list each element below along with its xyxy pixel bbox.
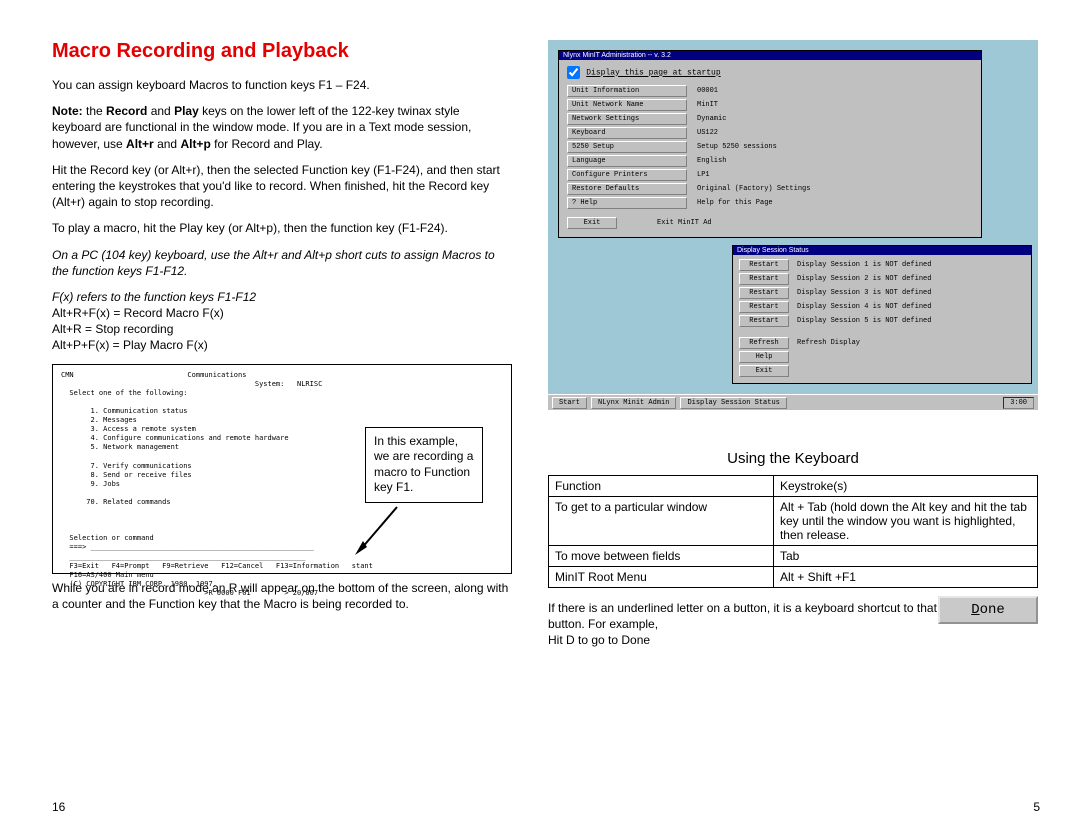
status-help-button[interactable]: Help [739,351,789,363]
right-column: Nlynx MinIT Administration -- v. 3.2 Dis… [548,40,1038,649]
startup-checkbox-row[interactable]: Display this page at startup [567,66,973,79]
p4: To play a macro, hit the Play key (or Al… [52,220,512,236]
taskbar: Start NLynx Minit Admin Display Session … [548,394,1038,410]
terminal-screenshot: CMN Communications System: NLRISC Select… [52,364,512,574]
5250-setup-button[interactable]: 5250 Setup [567,141,687,153]
table-row: To move between fields Tab [549,546,1038,567]
restart-button[interactable]: Restart [739,287,789,299]
admin-values: 00001 MinIT Dynamic US122 Setup 5250 ses… [697,85,897,209]
table-row: To get to a particular window Alt + Tab … [549,497,1038,546]
left-column: Macro Recording and Playback You can ass… [52,40,512,649]
taskbar-admin-button[interactable]: NLynx Minit Admin [591,397,676,409]
refresh-button[interactable]: Refresh [739,337,789,349]
p1: You can assign keyboard Macros to functi… [52,77,512,93]
col-keystrokes: Keystroke(s) [773,476,1037,497]
help-button[interactable]: ? Help [567,197,687,209]
language-button[interactable]: Language [567,155,687,167]
keyboard-title: Using the Keyboard [548,450,1038,467]
exit-button[interactable]: Exit [567,217,617,229]
page-numbers: 16 5 [52,800,1040,814]
taskbar-clock: 3:00 [1003,397,1034,409]
callout-box: In this example, we are recording a macr… [365,427,483,503]
note-paragraph: Note: the Record and Play keys on the lo… [52,103,512,152]
shortcut-lines: F(x) refers to the function keys F1-F12 … [52,289,512,354]
configure-printers-button[interactable]: Configure Printers [567,169,687,181]
done-button[interactable]: Done [938,596,1038,624]
keyboard-button[interactable]: Keyboard [567,127,687,139]
callout-arrow-icon [351,503,401,559]
heading: Macro Recording and Playback [52,40,512,63]
keyboard-table: Function Keystroke(s) To get to a partic… [548,475,1038,588]
admin-window: Nlynx MinIT Administration -- v. 3.2 Dis… [558,50,982,238]
unit-network-name-button[interactable]: Unit Network Name [567,99,687,111]
table-row: MinIT Root Menu Alt + Shift +F1 [549,567,1038,588]
taskbar-status-button[interactable]: Display Session Status [680,397,786,409]
network-settings-button[interactable]: Network Settings [567,113,687,125]
page-left: 16 [52,800,65,814]
col-function: Function [549,476,774,497]
note-label: Note: [52,104,83,118]
restart-button[interactable]: Restart [739,273,789,285]
admin-menu-buttons: Unit Information Unit Network Name Netwo… [567,85,687,209]
p5: On a PC (104 key) keyboard, use the Alt+… [52,247,512,279]
keyboard-note: Done If there is an underlined letter on… [548,600,1038,649]
restart-button[interactable]: Restart [739,259,789,271]
status-titlebar: Display Session Status [733,246,1031,255]
admin-titlebar: Nlynx MinIT Administration -- v. 3.2 [559,51,981,60]
status-window: Display Session Status RestartDisplay Se… [732,245,1032,384]
unit-information-button[interactable]: Unit Information [567,85,687,97]
desktop-screenshot: Nlynx MinIT Administration -- v. 3.2 Dis… [548,40,1038,410]
restart-button[interactable]: Restart [739,301,789,313]
restart-button[interactable]: Restart [739,315,789,327]
startup-checkbox[interactable] [567,66,580,79]
start-button[interactable]: Start [552,397,587,409]
restore-defaults-button[interactable]: Restore Defaults [567,183,687,195]
p3: Hit the Record key (or Alt+r), then the … [52,162,512,211]
status-exit-button[interactable]: Exit [739,365,789,377]
keyboard-section: Using the Keyboard Function Keystroke(s)… [548,450,1038,649]
page-right: 5 [1033,800,1040,814]
